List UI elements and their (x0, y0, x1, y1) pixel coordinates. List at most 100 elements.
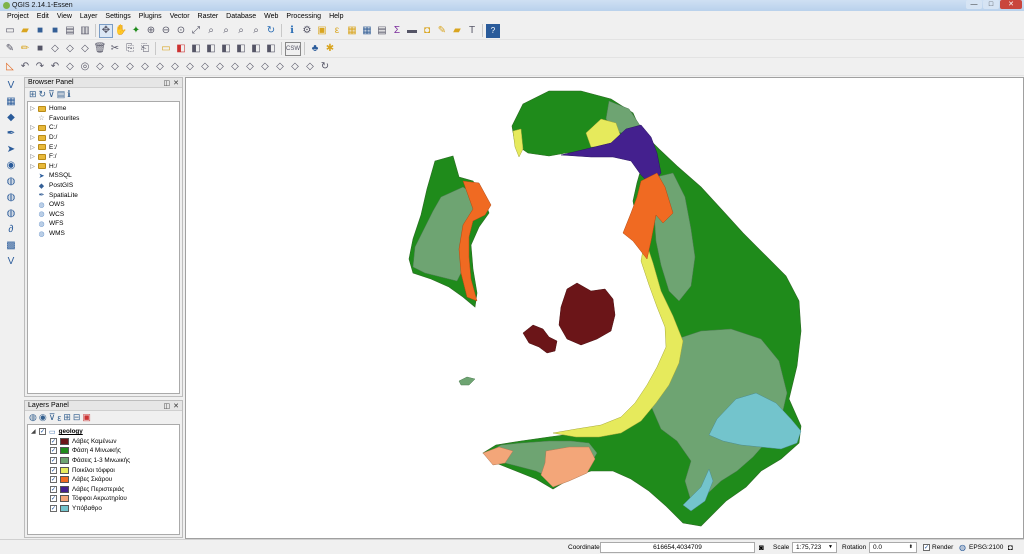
transform-icon[interactable]: ◇ (273, 60, 287, 74)
add-spatialite-layer-icon[interactable]: ✒ (2, 126, 20, 141)
rotate-feature-icon[interactable]: ↶ (48, 60, 62, 74)
legend-checkbox[interactable]: ✓ (50, 437, 57, 445)
pan-map-icon[interactable]: ✥ (99, 23, 113, 38)
float-layers-panel-icon[interactable]: ◫ (164, 402, 171, 410)
zoom-full-icon[interactable]: ⤢ (189, 24, 203, 38)
fill-ring-icon[interactable]: ◇ (108, 60, 122, 74)
new-layer-menu-icon[interactable]: V (2, 254, 20, 269)
browser-item-postgis[interactable]: ◆ PostGIS (28, 181, 179, 191)
menu-raster[interactable]: Raster (194, 13, 223, 20)
label-tool-icon[interactable]: ▭ (159, 42, 173, 56)
legend-item[interactable]: ✓ Φάσεις 1-3 Μινωικής (28, 456, 179, 466)
add-wcs-layer-icon[interactable]: ◍ (2, 190, 20, 205)
toggle-editing-icon[interactable]: ✏ (18, 42, 32, 56)
zoom-native-icon[interactable]: ⊙ (174, 24, 188, 38)
select-features-icon[interactable]: ▣ (315, 24, 329, 38)
map-tips-icon[interactable]: ◘ (420, 24, 434, 38)
plugin-icon[interactable]: ✱ (323, 42, 337, 56)
add-oracle-layer-icon[interactable]: ◉ (2, 158, 20, 173)
zoom-layer-icon[interactable]: ⌕ (219, 24, 233, 38)
merge-attributes-icon[interactable]: ◇ (228, 60, 242, 74)
browser-item-f[interactable]: ▷ F:/ (28, 152, 179, 162)
current-edits-icon[interactable]: ✎ (3, 42, 17, 56)
new-shapefile-icon[interactable]: ▩ (2, 238, 20, 253)
crs-status[interactable]: EPSG:2100 (969, 544, 1003, 551)
styling-icon[interactable]: ◍ (29, 412, 37, 423)
refresh-browser-icon[interactable]: ↻ (39, 89, 47, 100)
move-feature-icon[interactable]: ◇ (63, 42, 77, 56)
add-vector-layer-icon[interactable]: V (2, 78, 20, 93)
close-button[interactable]: ✕ (1000, 0, 1022, 9)
menu-project[interactable]: Project (3, 13, 33, 20)
delete-ring-icon[interactable]: ◇ (123, 60, 137, 74)
identify-icon[interactable]: ℹ (285, 24, 299, 38)
zoom-next-icon[interactable]: ⌕ (249, 24, 263, 38)
python-console-icon[interactable]: ♣ (308, 42, 322, 56)
remove-layer-icon[interactable]: ▣ (82, 412, 91, 423)
composer-manager-icon[interactable]: ▥ (78, 24, 92, 38)
menu-vector[interactable]: Vector (166, 13, 194, 20)
browser-item-ows[interactable]: ◍ OWS (28, 200, 179, 210)
add-raster-layer-icon[interactable]: ▦ (2, 94, 20, 109)
legend-item[interactable]: ✓ Λάβες Καμένων (28, 437, 179, 447)
text-annotation-icon[interactable]: T (465, 24, 479, 38)
add-postgis-layer-icon[interactable]: ◆ (2, 110, 20, 125)
close-layers-panel-icon[interactable]: ✕ (173, 402, 179, 410)
collapse-all-icon[interactable]: ▤ (57, 89, 66, 100)
browser-item-home[interactable]: ▷ Home (28, 104, 179, 114)
crs-globe-icon[interactable]: ◍ (959, 543, 966, 552)
pan-to-selection-icon[interactable]: ✦ (129, 24, 143, 38)
maximize-button[interactable]: □ (983, 0, 999, 9)
add-wfs-layer-icon[interactable]: ◍ (2, 206, 20, 221)
legend-checkbox[interactable]: ✓ (50, 476, 57, 484)
add-mssql-layer-icon[interactable]: ➤ (2, 142, 20, 157)
menu-layer[interactable]: Layer (76, 13, 102, 20)
split-parts-icon[interactable]: ◇ (198, 60, 212, 74)
paste-features-icon[interactable]: ⎗ (138, 42, 152, 56)
deselect-icon[interactable]: ▦ (345, 24, 359, 38)
legend-item[interactable]: ✓ Τόφφοι Ακρωτηρίου (28, 494, 179, 504)
new-project-icon[interactable]: ▭ (3, 24, 17, 38)
layer-group-geology[interactable]: ◢ ✓ ▭ geology (28, 427, 179, 437)
expand-arrow-icon[interactable]: ◢ (31, 428, 39, 435)
legend-checkbox[interactable]: ✓ (50, 466, 57, 474)
legend-item[interactable]: ✓ Ποικίλοι τόφφοι (28, 465, 179, 475)
menu-view[interactable]: View (53, 13, 76, 20)
group-checkbox[interactable]: ✓ (39, 428, 46, 436)
pan-hand-icon[interactable]: ✋ (114, 24, 128, 38)
add-selected-icon[interactable]: ⊞ (29, 89, 37, 100)
delete-selected-icon[interactable]: 🗑 (93, 42, 107, 56)
save-project-icon[interactable]: ■ (33, 24, 47, 38)
expand-all-icon[interactable]: ⊞ (63, 412, 71, 423)
csw-icon[interactable]: CSW (285, 41, 301, 56)
menu-database[interactable]: Database (222, 13, 260, 20)
menu-settings[interactable]: Settings (101, 13, 134, 20)
select-by-expression-icon[interactable]: ε (330, 24, 344, 38)
browser-item-mssql[interactable]: ➤ MSSQL (28, 171, 179, 181)
simplify-feature-icon[interactable]: ◇ (63, 60, 77, 74)
legend-item[interactable]: ✓ Λάβες Σκάρου (28, 475, 179, 485)
change-label-icon[interactable]: ◧ (234, 42, 248, 56)
attribute-table-icon[interactable]: ▦ (360, 24, 374, 38)
node-tool-icon[interactable]: ◇ (78, 42, 92, 56)
legend-checkbox[interactable]: ✓ (50, 457, 57, 465)
print-composer-icon[interactable]: ▤ (63, 24, 77, 38)
field-calculator-icon[interactable]: ▤ (375, 24, 389, 38)
messages-icon[interactable]: ◘ (1008, 543, 1013, 552)
add-part-icon[interactable]: ◇ (93, 60, 107, 74)
zoom-in-icon[interactable]: ⊕ (144, 24, 158, 38)
browser-item-wms[interactable]: ◍ WMS (28, 229, 179, 239)
zoom-out-icon[interactable]: ⊖ (159, 24, 173, 38)
filter-expression-icon[interactable]: ε (57, 413, 61, 423)
split-features-icon[interactable]: ◇ (183, 60, 197, 74)
reshape-icon[interactable]: ◇ (153, 60, 167, 74)
measure-icon[interactable]: ▬ (405, 24, 419, 38)
show-hide-diagrams-icon[interactable]: ◧ (264, 42, 278, 56)
open-project-icon[interactable]: ▰ (18, 24, 32, 38)
legend-item[interactable]: ✓ Φάση 4 Μινωικής (28, 446, 179, 456)
coordinate-field[interactable]: 616654,4034709 (600, 541, 755, 553)
zoom-selection-icon[interactable]: ⌕ (204, 24, 218, 38)
legend-checkbox[interactable]: ✓ (50, 495, 57, 503)
help-icon[interactable]: ? (486, 23, 500, 38)
cut-features-icon[interactable]: ✂ (108, 42, 122, 56)
